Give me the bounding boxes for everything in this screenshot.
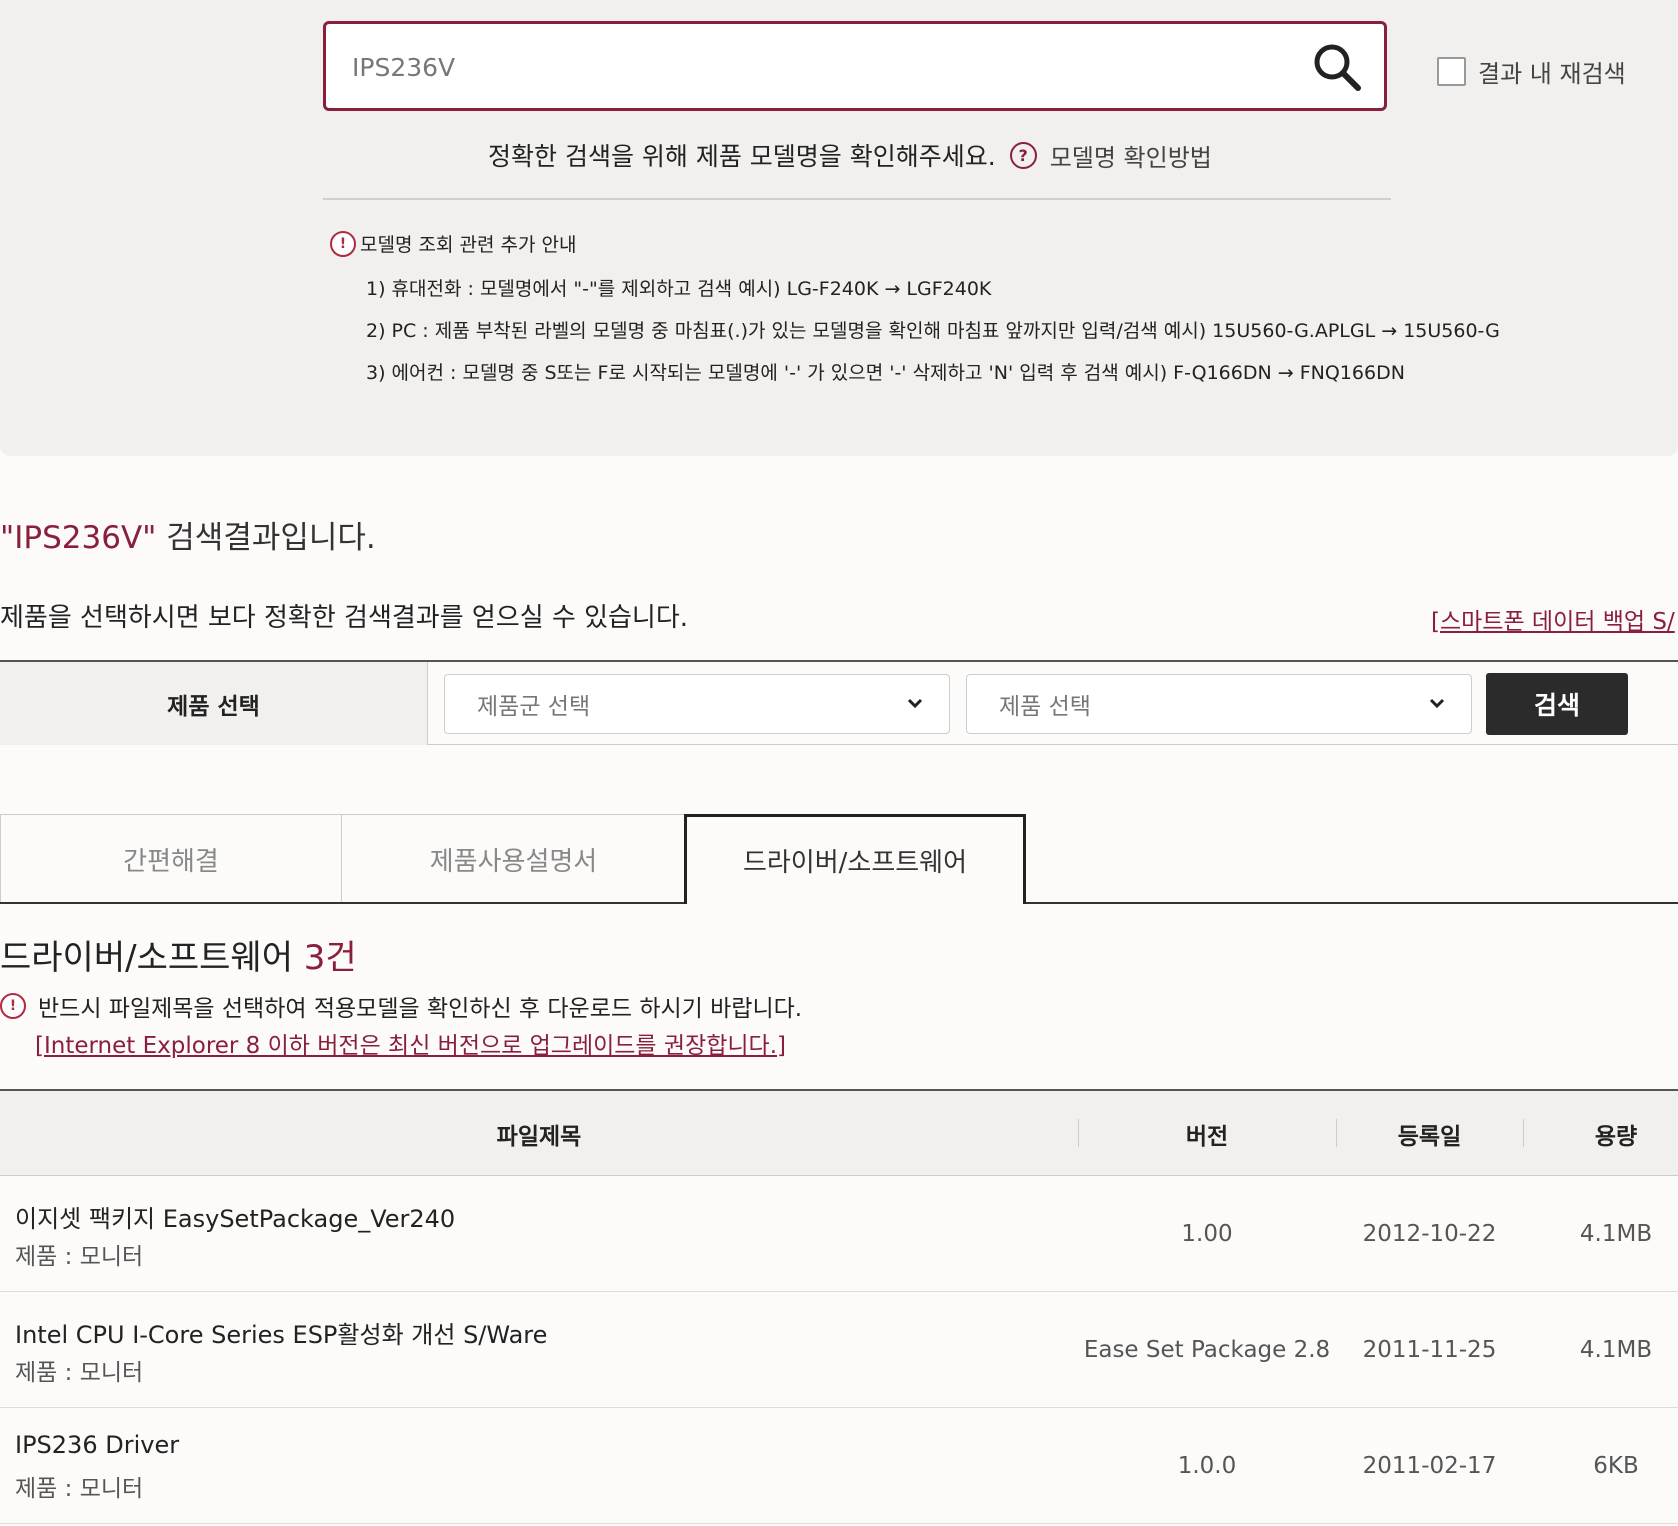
software-title: 드라이버/소프트웨어 3건: [0, 930, 357, 979]
header-file-title: 파일제목: [496, 1123, 582, 1150]
file-product: 제품 : 모니터: [15, 1244, 144, 1270]
warning-text: 반드시 파일제목을 선택하여 적용모델을 확인하신 후 다운로드 하시기 바랍니…: [38, 996, 803, 1022]
file-date: 2011-11-25: [1362, 1337, 1497, 1363]
notice-item: 3) 에어컨 : 모델명 중 S또는 F로 시작되는 모델명에 '-' 가 있으…: [366, 362, 1405, 384]
product-group-placeholder: 제품군 선택: [477, 694, 591, 720]
re-search-option[interactable]: 결과 내 재검색: [1437, 54, 1626, 89]
product-select[interactable]: 제품 선택: [966, 674, 1472, 734]
alert-icon: !: [330, 230, 356, 257]
file-title-link[interactable]: Intel CPU I-Core Series ESP활성화 개선 S/Ware: [15, 1315, 547, 1350]
file-title-link[interactable]: IPS236 Driver: [15, 1431, 179, 1459]
divider: [323, 198, 1391, 200]
header-version: 버전: [1185, 1123, 1229, 1150]
re-search-label: 결과 내 재검색: [1478, 60, 1626, 88]
file-product: 제품 : 모니터: [15, 1360, 144, 1386]
search-icon[interactable]: [1310, 40, 1364, 94]
file-date: 2011-02-17: [1362, 1453, 1497, 1479]
notice-list: 1) 휴대전화 : 모델명에서 "-"를 제외하고 검색 예시) LG-F240…: [366, 276, 1500, 402]
product-placeholder: 제품 선택: [999, 694, 1091, 720]
guide-text: 정확한 검색을 위해 제품 모델명을 확인해주세요.: [488, 142, 996, 171]
file-size: 4.1MB: [1579, 1221, 1653, 1247]
table-row: Intel CPU I-Core Series ESP활성화 개선 S/Ware…: [0, 1292, 1678, 1408]
notice-item: 1) 휴대전화 : 모델명에서 "-"를 제외하고 검색 예시) LG-F240…: [366, 278, 992, 300]
model-guide-link[interactable]: 모델명 확인방법: [1050, 138, 1212, 173]
software-table: 파일제목 버전 등록일 용량 이지셋 팩키지 EasySetPackage_Ve…: [0, 1089, 1678, 1524]
software-count: 3건: [303, 938, 357, 978]
file-product: 제품 : 모니터: [15, 1476, 144, 1502]
result-title: "IPS236V" 검색결과입니다.: [0, 512, 376, 557]
file-version: 1.00: [1181, 1221, 1233, 1247]
ie-upgrade-link[interactable]: [Internet Explorer 8 이하 버전은 최신 버전으로 업그레이…: [35, 1026, 786, 1060]
result-keyword: "IPS236V": [0, 520, 157, 556]
header-size: 용량: [1594, 1123, 1638, 1150]
notice-title: ! 모델명 조회 관련 추가 안내: [330, 230, 576, 257]
re-search-checkbox[interactable]: [1437, 57, 1466, 86]
product-select-row: 제품 선택 제품군 선택 제품 선택 검색: [0, 660, 1678, 745]
question-icon: ?: [1009, 141, 1037, 169]
file-size: 4.1MB: [1579, 1337, 1653, 1363]
tab-driver-software[interactable]: 드라이버/소프트웨어: [684, 814, 1026, 904]
search-input[interactable]: [352, 48, 1252, 86]
file-version: 1.0.0: [1177, 1453, 1237, 1479]
download-warning: ! 반드시 파일제목을 선택하여 적용모델을 확인하신 후 다운로드 하시기 바…: [0, 989, 802, 1023]
file-date: 2012-10-22: [1362, 1221, 1497, 1247]
tab-bar: 간편해결 제품사용설명서 드라이버/소프트웨어: [0, 814, 1678, 904]
file-version: Ease Set Package 2.8: [1083, 1337, 1331, 1363]
notice-item: 2) PC : 제품 부착된 라벨의 모델명 중 마침표(.)가 있는 모델명을…: [366, 320, 1500, 342]
product-select-label: 제품 선택: [0, 662, 428, 745]
search-box: [323, 21, 1387, 111]
tab-user-manual[interactable]: 제품사용설명서: [341, 814, 686, 904]
product-search-button[interactable]: 검색: [1486, 673, 1628, 735]
alert-icon: !: [0, 993, 26, 1019]
smartphone-backup-link[interactable]: [스마트폰 데이터 백업 S/: [1431, 602, 1675, 636]
model-guide: 정확한 검색을 위해 제품 모델명을 확인해주세요. ? 모델명 확인방법: [488, 137, 1212, 173]
header-date: 등록일: [1397, 1123, 1462, 1150]
tab-quick-solution[interactable]: 간편해결: [0, 814, 342, 904]
select-hint: 제품을 선택하시면 보다 정확한 검색결과를 얻으실 수 있습니다.: [0, 603, 689, 633]
file-size: 6KB: [1593, 1453, 1639, 1479]
table-header: 파일제목 버전 등록일 용량: [0, 1089, 1678, 1176]
file-title-link[interactable]: 이지셋 팩키지 EasySetPackage_Ver240: [15, 1199, 455, 1234]
search-panel: 결과 내 재검색 정확한 검색을 위해 제품 모델명을 확인해주세요. ? 모델…: [0, 0, 1678, 456]
product-group-select[interactable]: 제품군 선택: [444, 674, 950, 734]
chevron-down-icon: [907, 698, 923, 709]
chevron-down-icon: [1429, 698, 1445, 709]
result-suffix: 검색결과입니다.: [156, 520, 376, 556]
table-row: IPS236 Driver 제품 : 모니터 1.0.0 2011-02-17 …: [0, 1408, 1678, 1524]
software-title-text: 드라이버/소프트웨어: [0, 938, 304, 978]
table-row: 이지셋 팩키지 EasySetPackage_Ver240 제품 : 모니터 1…: [0, 1176, 1678, 1292]
notice-title-text: 모델명 조회 관련 추가 안내: [360, 234, 577, 256]
